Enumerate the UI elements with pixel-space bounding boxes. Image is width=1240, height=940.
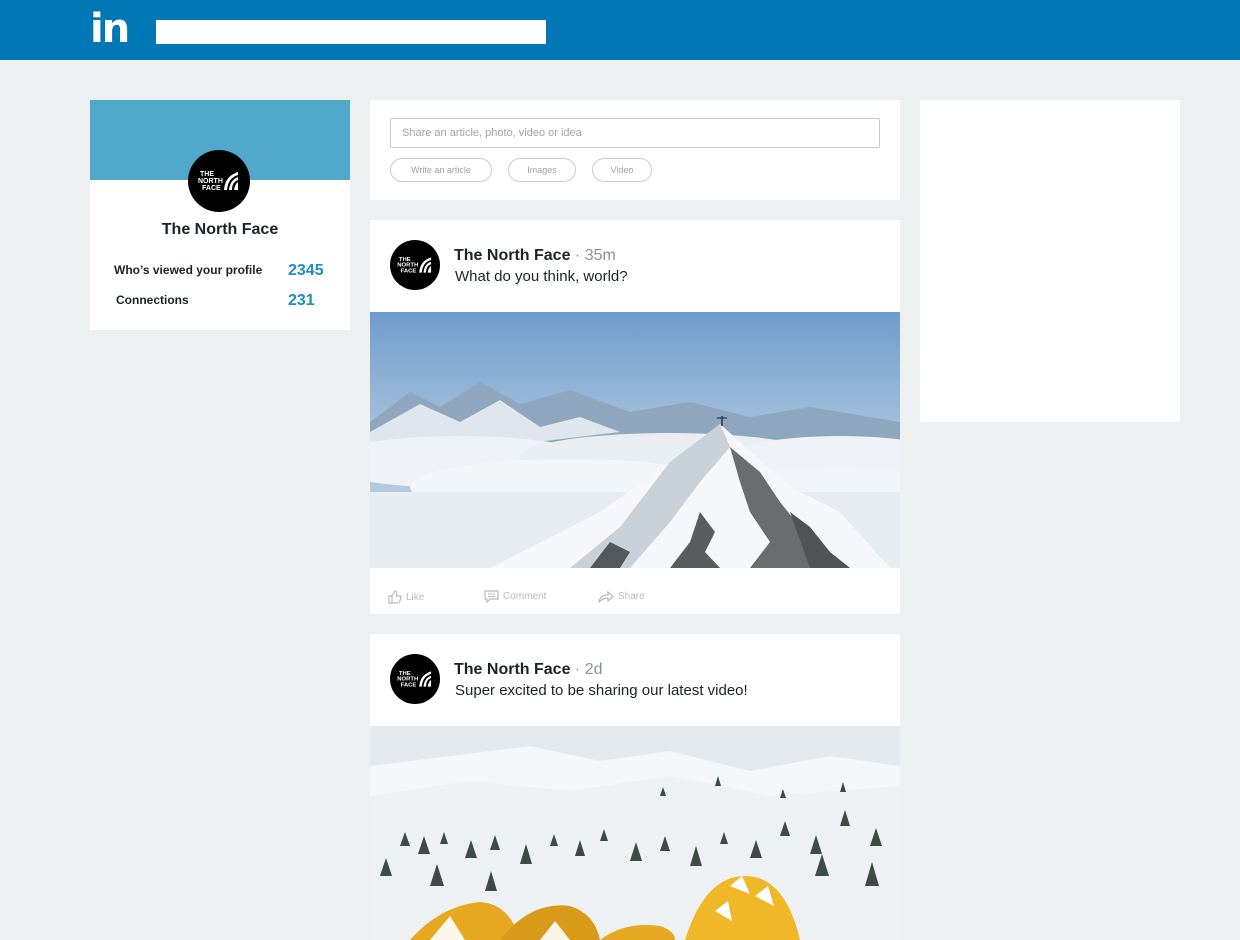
the-north-face-logo-mark: THE NORTH FACE [198, 171, 238, 192]
the-north-face-logo-icon[interactable]: THE NORTH FACE [188, 150, 250, 212]
profile-views-label[interactable]: Who’s viewed your profile [114, 263, 262, 277]
comment-button[interactable]: Comment [484, 590, 546, 603]
feed-post: THE NORTH FACE The North Face · 35m What… [370, 220, 900, 614]
profile-card: THE NORTH FACE The North Face Who’s view… [90, 100, 350, 330]
top-navigation-bar: in [0, 0, 1240, 60]
post-image-mountain-summit[interactable] [370, 312, 900, 568]
post-video-snowy-camp[interactable] [370, 726, 900, 940]
the-north-face-logo-icon[interactable]: THE NORTH FACE [390, 654, 440, 704]
comment-icon [484, 590, 499, 603]
the-north-face-logo-mark: THE NORTH FACE [397, 257, 432, 275]
share-button[interactable]: Share [598, 590, 645, 603]
profile-views-count[interactable]: 2345 [288, 262, 324, 280]
post-text: What do you think, world? [455, 268, 628, 285]
post-timestamp: · 2d [574, 661, 603, 678]
svg-text:THE: THE [200, 171, 214, 178]
share-label: Share [618, 591, 645, 602]
video-button[interactable]: Video [592, 158, 652, 182]
connections-count[interactable]: 231 [288, 292, 315, 310]
like-button[interactable]: Like [388, 590, 424, 604]
the-north-face-logo-icon[interactable]: THE NORTH FACE [390, 240, 440, 290]
post-text: Super excited to be sharing our latest v… [455, 682, 748, 699]
snowy-camp-photo [370, 726, 900, 940]
feed-post: THE NORTH FACE The North Face · 2d Super… [370, 634, 900, 940]
comment-label: Comment [503, 591, 547, 602]
share-arrow-icon [598, 590, 614, 603]
the-north-face-logo-mark: THE NORTH FACE [397, 671, 432, 689]
post-author[interactable]: The North Face · 35m [454, 247, 616, 265]
post-author-name[interactable]: The North Face [454, 247, 570, 264]
connections-label[interactable]: Connections [116, 293, 189, 307]
share-box: Share an article, photo, video or idea W… [370, 100, 900, 200]
images-button[interactable]: Images [508, 158, 576, 182]
mountain-summit-photo [370, 312, 900, 568]
post-timestamp: · 35m [574, 247, 616, 264]
post-actions: Like Comment Share [370, 576, 900, 616]
svg-text:FACE: FACE [202, 185, 221, 192]
write-article-button[interactable]: Write an article [390, 158, 492, 182]
like-label: Like [406, 591, 425, 603]
right-rail-panel [920, 100, 1180, 422]
post-author-name[interactable]: The North Face [454, 661, 570, 678]
linkedin-logo-icon[interactable]: in [90, 9, 130, 49]
svg-text:FACE: FACE [401, 683, 417, 689]
search-input[interactable] [156, 20, 546, 44]
share-input[interactable]: Share an article, photo, video or idea [390, 118, 880, 148]
svg-text:NORTH: NORTH [198, 178, 223, 185]
svg-text:FACE: FACE [401, 269, 417, 275]
thumbs-up-icon [388, 590, 402, 604]
profile-name[interactable]: The North Face [90, 221, 350, 239]
post-author[interactable]: The North Face · 2d [454, 661, 603, 679]
